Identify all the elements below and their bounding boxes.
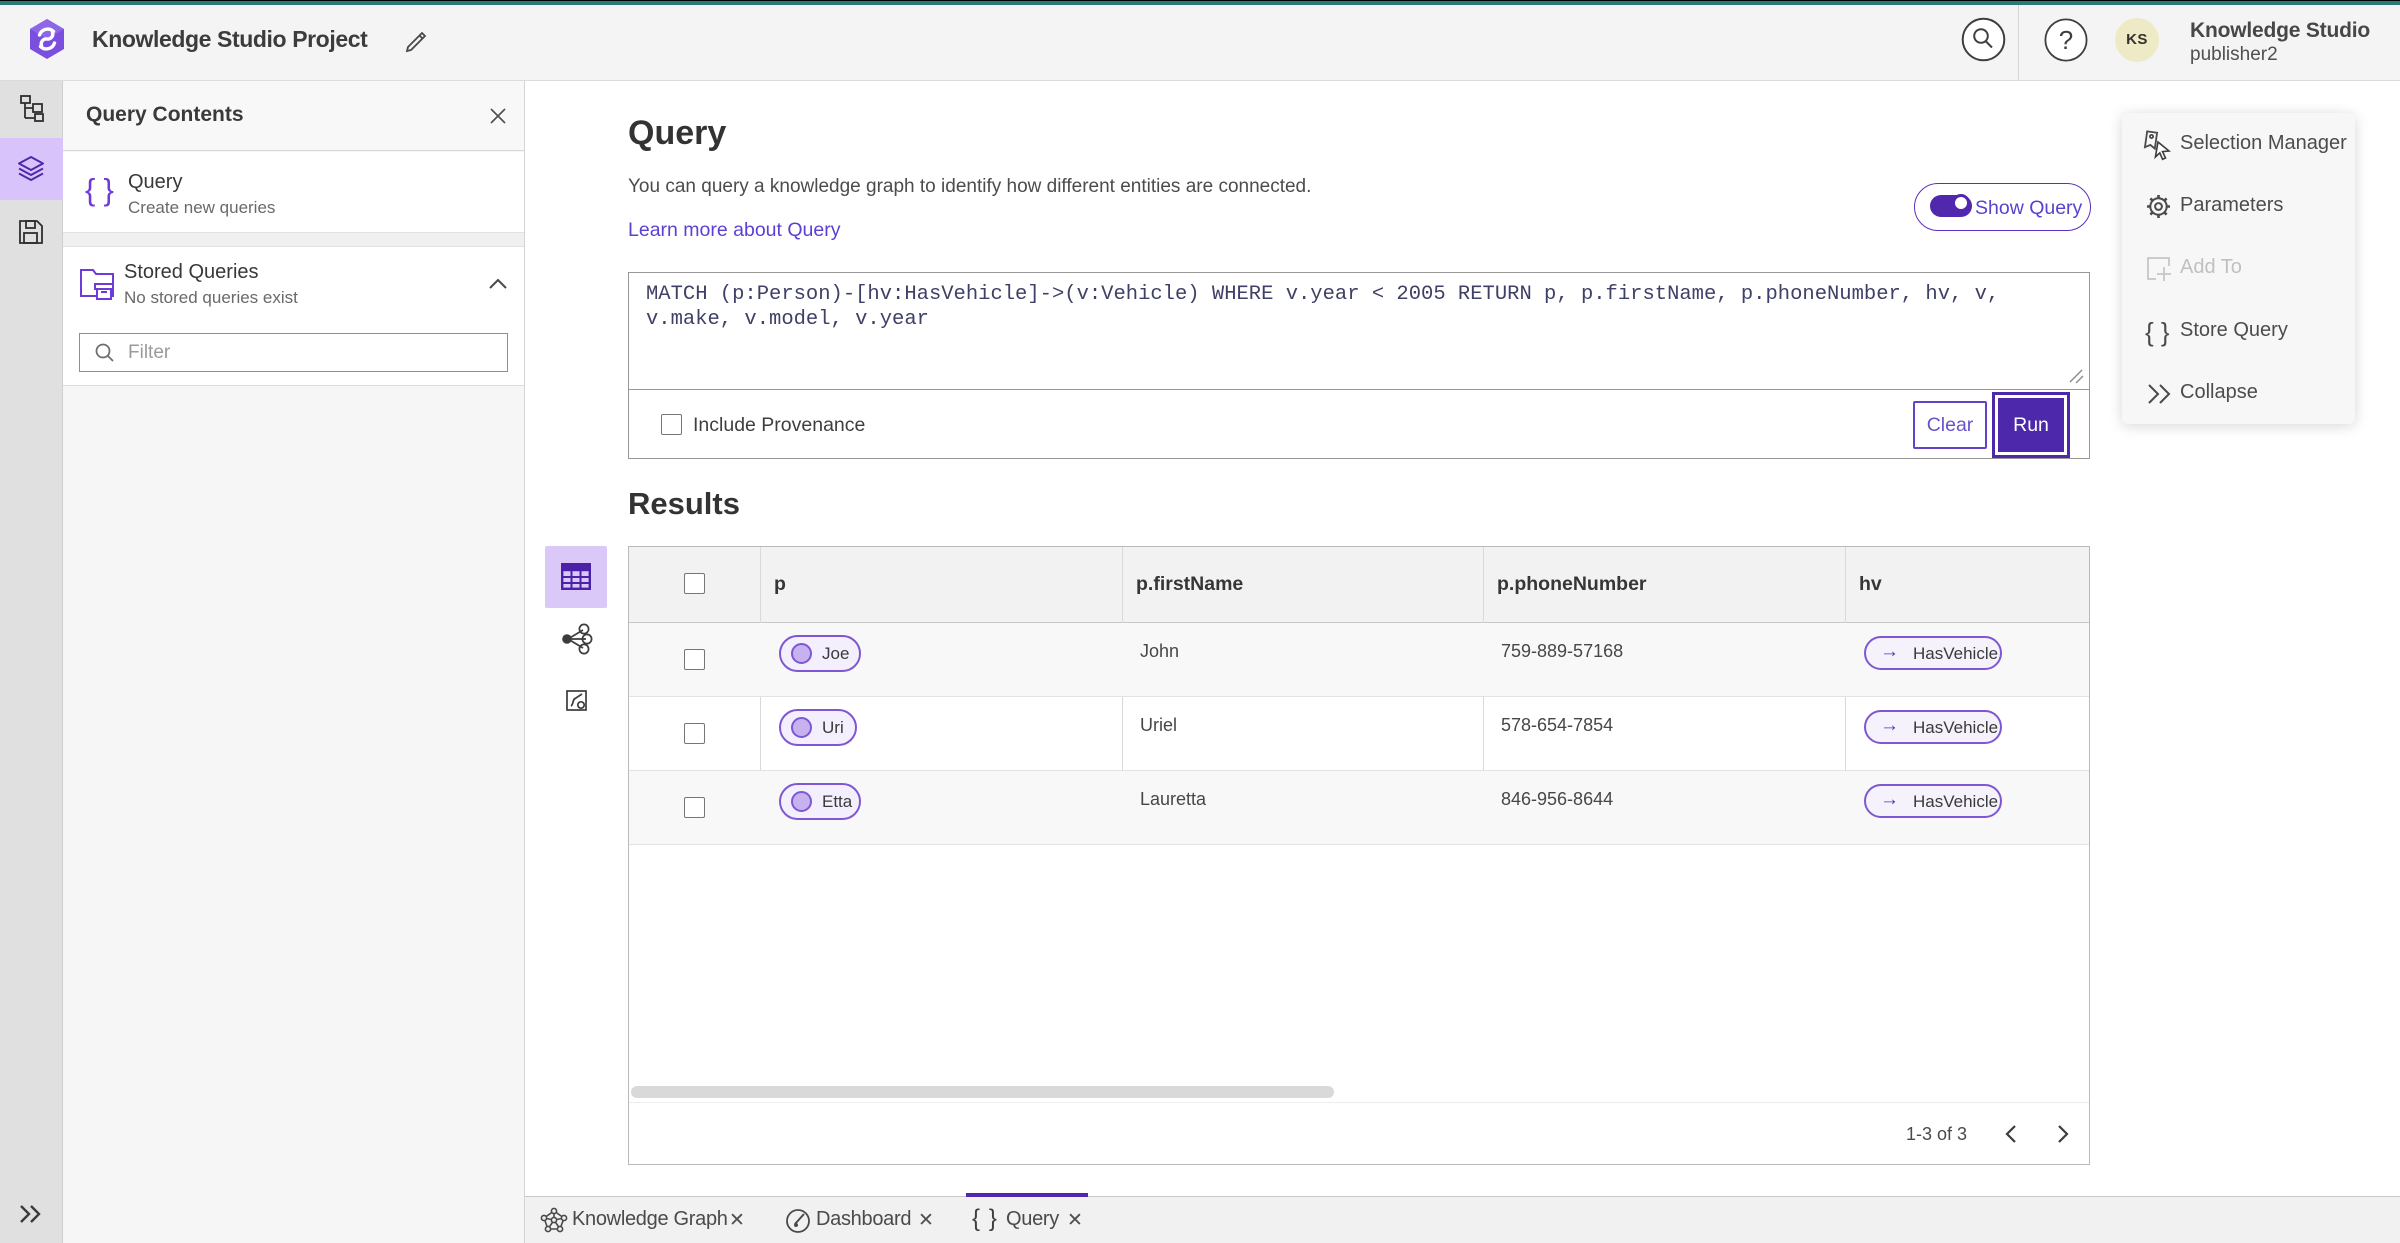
svg-text:?: ? bbox=[2059, 25, 2073, 55]
